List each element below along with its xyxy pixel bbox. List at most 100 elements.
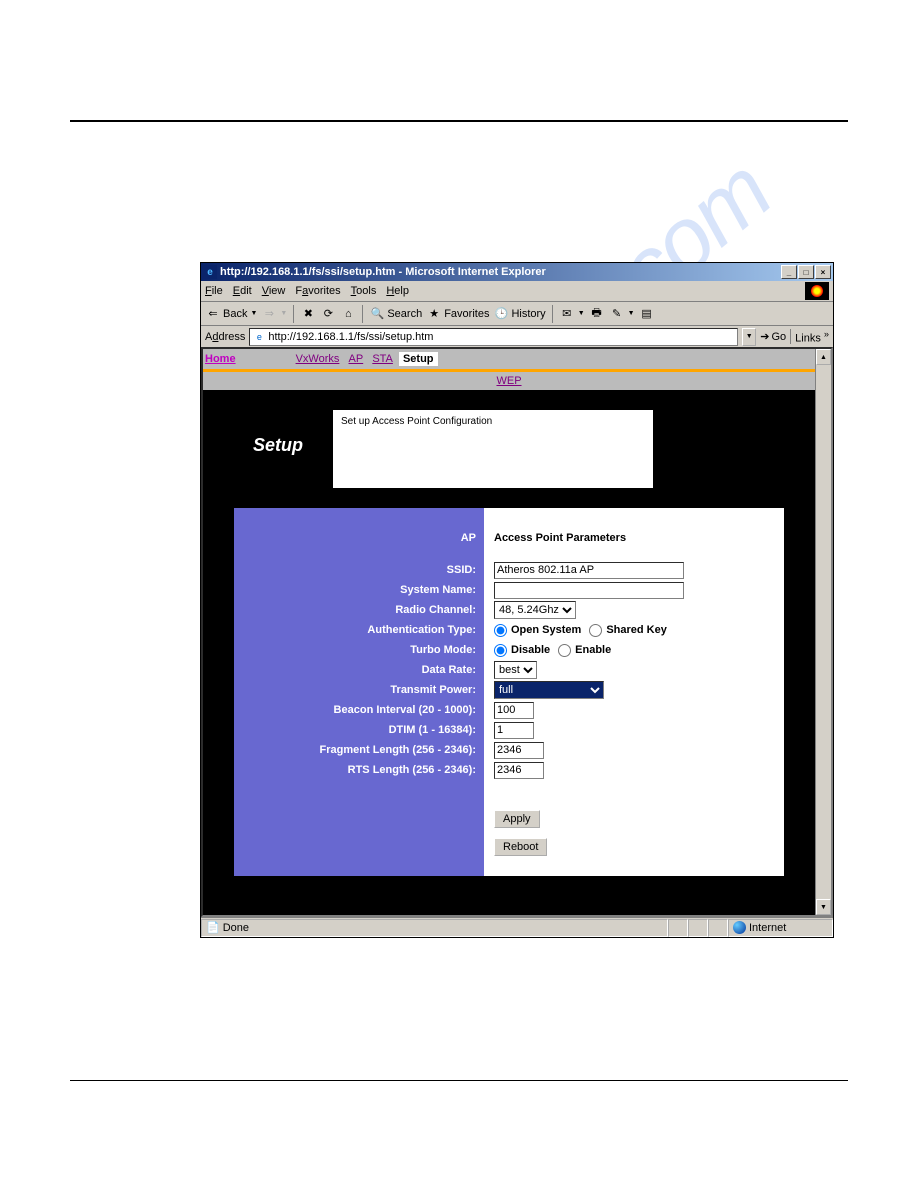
menu-tools[interactable]: Tools — [351, 285, 377, 297]
forward-dropdown-icon: ▼ — [280, 310, 287, 317]
status-segment — [668, 919, 688, 937]
discuss-button[interactable]: ▤ — [639, 306, 655, 322]
search-label: Search — [387, 308, 422, 320]
nav-wep[interactable]: WEP — [496, 375, 521, 387]
turbo-enable-radio[interactable] — [558, 644, 571, 657]
favorites-icon: ★ — [426, 306, 442, 322]
search-icon: 🔍 — [369, 306, 385, 322]
maximize-button[interactable]: □ — [798, 265, 814, 279]
turbo-mode-label: Turbo Mode: — [242, 640, 476, 660]
form-fields: Access Point Parameters 48, 5.24Ghz Open… — [484, 508, 784, 876]
favorites-button[interactable]: ★Favorites — [426, 306, 489, 322]
apply-button[interactable]: Apply — [494, 810, 540, 828]
nav-ap[interactable]: AP — [349, 353, 364, 365]
form-panel: AP SSID: System Name: Radio Channel: Aut… — [234, 508, 784, 876]
page-description: Set up Access Point Configuration — [333, 410, 653, 488]
page-icon: e — [252, 330, 266, 344]
go-button[interactable]: ➔Go — [760, 330, 786, 343]
radio-channel-label: Radio Channel: — [242, 600, 476, 620]
status-segment — [708, 919, 728, 937]
scroll-up-button[interactable]: ▲ — [816, 349, 831, 365]
window-title: http://192.168.1.1/fs/ssi/setup.htm - Mi… — [220, 266, 781, 278]
address-dropdown[interactable]: ▼ — [742, 328, 756, 346]
nav-sta[interactable]: STA — [372, 353, 393, 365]
mail-dropdown-icon: ▼ — [578, 310, 585, 317]
rts-label: RTS Length (256 - 2346): — [242, 760, 476, 780]
search-button[interactable]: 🔍Search — [369, 306, 422, 322]
menu-help[interactable]: Help — [386, 285, 409, 297]
back-label: Back — [223, 308, 247, 320]
edit-dropdown-icon: ▼ — [628, 310, 635, 317]
status-zone: Internet — [728, 919, 833, 937]
system-name-input[interactable] — [494, 582, 684, 599]
globe-icon — [733, 921, 746, 934]
toolbar-separator — [362, 305, 363, 323]
close-button[interactable]: × — [815, 265, 831, 279]
home-button[interactable]: ⌂ — [340, 306, 356, 322]
page-title: Setup — [253, 435, 303, 488]
mail-button[interactable]: ✉▼ — [559, 306, 585, 322]
turbo-enable-label: Enable — [575, 644, 611, 656]
status-segment — [688, 919, 708, 937]
auth-type-label: Authentication Type: — [242, 620, 476, 640]
history-label: History — [511, 308, 545, 320]
window-controls: _ □ × — [781, 265, 831, 279]
minimize-button[interactable]: _ — [781, 265, 797, 279]
nav-home[interactable]: Home — [205, 353, 236, 365]
menu-favorites[interactable]: Favorites — [295, 285, 340, 297]
turbo-disable-label: Disable — [511, 644, 550, 656]
beacon-input[interactable] — [494, 702, 534, 719]
links-button[interactable]: Links » — [790, 329, 829, 345]
fragment-input[interactable] — [494, 742, 544, 759]
edit-button[interactable]: ✎▼ — [609, 306, 635, 322]
nav-setup[interactable]: Setup — [399, 352, 438, 366]
rts-input[interactable] — [494, 762, 544, 779]
menu-file[interactable]: File — [205, 285, 223, 297]
back-button[interactable]: ⇐ Back ▼ — [205, 306, 257, 322]
scroll-track[interactable] — [816, 365, 831, 899]
zone-text: Internet — [749, 922, 786, 934]
back-icon: ⇐ — [205, 306, 221, 322]
nav-tabs: Home VxWorks AP STA Setup — [203, 349, 815, 369]
data-rate-label: Data Rate: — [242, 660, 476, 680]
menu-bar: File Edit View Favorites Tools Help — [201, 281, 833, 301]
address-label: Address — [205, 331, 245, 343]
status-bar: 📄 Done Internet — [201, 917, 833, 937]
turbo-disable-radio[interactable] — [494, 644, 507, 657]
auth-type-group: Open System Shared Key — [494, 620, 774, 640]
content-area: Home VxWorks AP STA Setup WEP Setup Set … — [201, 347, 833, 917]
scroll-down-button[interactable]: ▼ — [816, 899, 831, 915]
history-icon: 🕒 — [493, 306, 509, 322]
refresh-icon: ⟳ — [320, 306, 336, 322]
auth-open-radio[interactable] — [494, 624, 507, 637]
status-left: 📄 Done — [201, 919, 668, 937]
forward-button[interactable]: ⇒ ▼ — [261, 306, 287, 322]
edit-icon: ✎ — [609, 306, 625, 322]
vertical-scrollbar[interactable]: ▲ ▼ — [815, 349, 831, 915]
dtim-input[interactable] — [494, 722, 534, 739]
auth-shared-radio[interactable] — [589, 624, 602, 637]
discuss-icon: ▤ — [639, 306, 655, 322]
address-value: http://192.168.1.1/fs/ssi/setup.htm — [268, 331, 433, 343]
ssid-input[interactable] — [494, 562, 684, 579]
status-text: Done — [223, 922, 249, 934]
data-rate-select[interactable]: best — [494, 661, 537, 679]
ap-heading: Access Point Parameters — [494, 528, 774, 548]
print-button[interactable]: 🖶 — [589, 306, 605, 322]
page-icon: 📄 — [206, 921, 220, 934]
tx-power-select[interactable]: full — [494, 681, 604, 699]
refresh-button[interactable]: ⟳ — [320, 306, 336, 322]
menu-edit[interactable]: Edit — [233, 285, 252, 297]
address-input[interactable]: e http://192.168.1.1/fs/ssi/setup.htm — [249, 328, 738, 346]
stop-button[interactable]: ✖ — [300, 306, 316, 322]
print-icon: 🖶 — [589, 306, 605, 322]
reboot-button[interactable]: Reboot — [494, 838, 547, 856]
sub-nav: WEP — [203, 372, 815, 390]
history-button[interactable]: 🕒History — [493, 306, 545, 322]
browser-window: http://192.168.1.1/fs/ssi/setup.htm - Mi… — [200, 262, 834, 938]
go-icon: ➔ — [760, 330, 769, 343]
ap-label: AP — [242, 528, 476, 548]
menu-view[interactable]: View — [262, 285, 286, 297]
nav-vxworks[interactable]: VxWorks — [296, 353, 340, 365]
radio-channel-select[interactable]: 48, 5.24Ghz — [494, 601, 576, 619]
